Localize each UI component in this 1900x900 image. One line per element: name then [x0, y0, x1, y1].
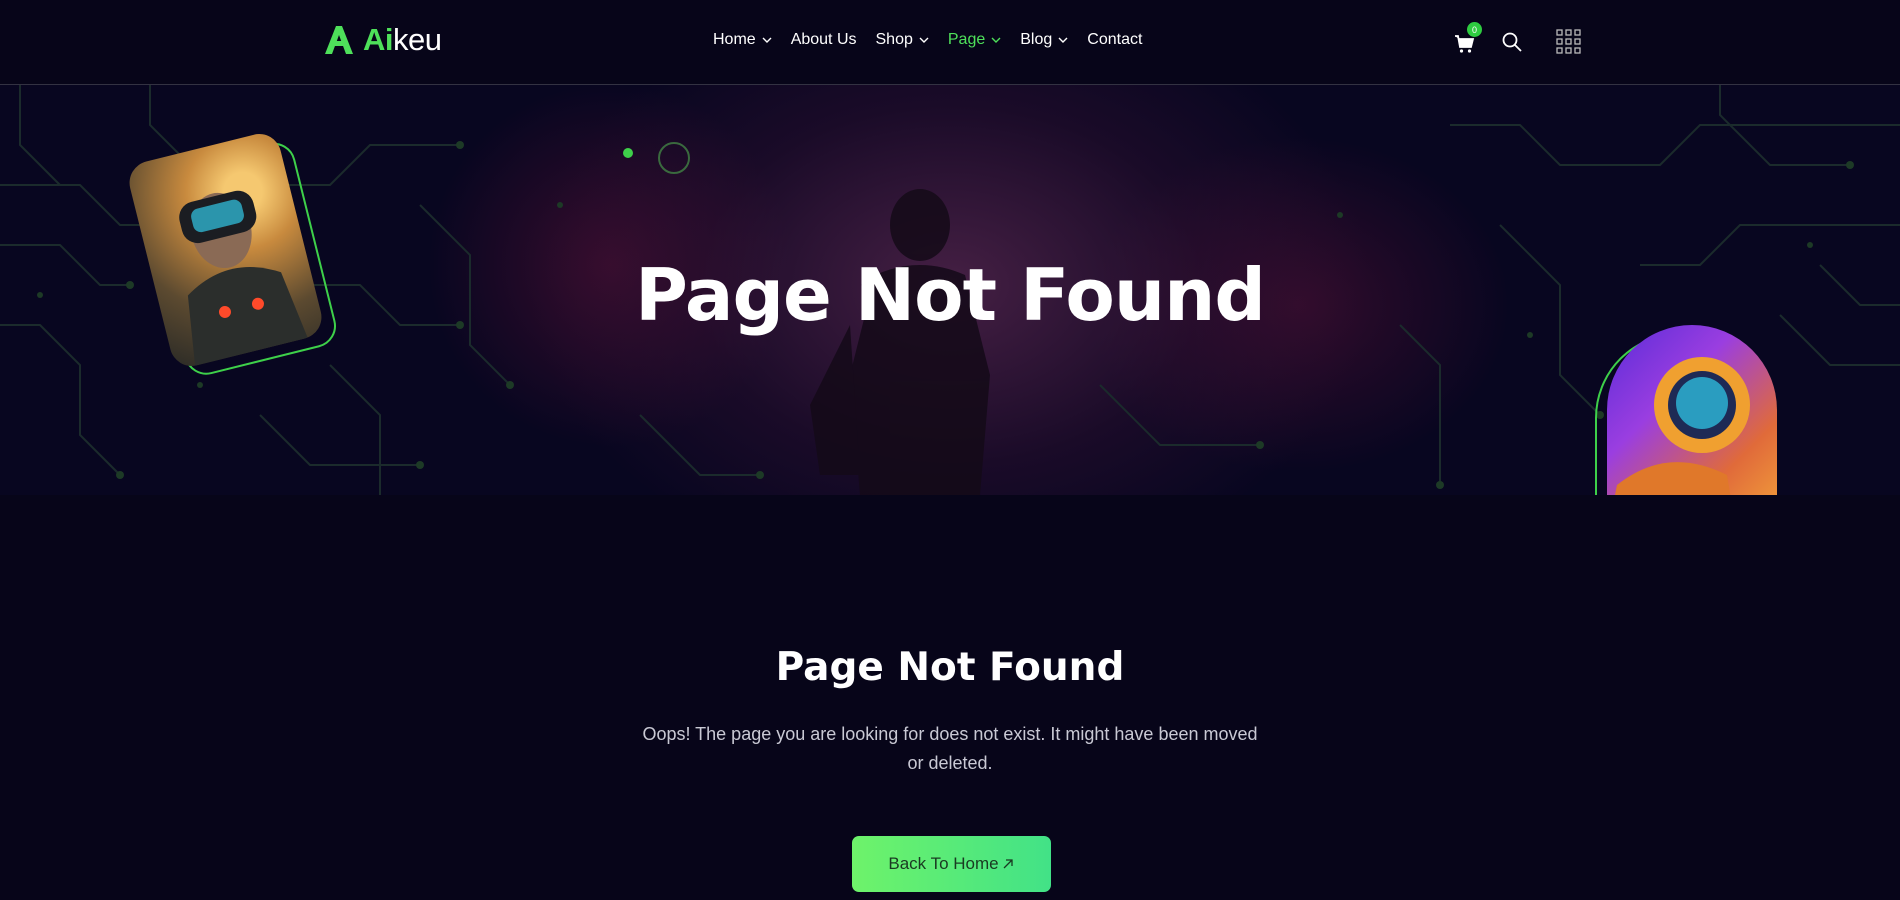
nav-label: Home	[713, 31, 756, 48]
nav-label: Shop	[875, 31, 913, 48]
cart-count-badge: 0	[1467, 22, 1482, 37]
robot-illustration	[1615, 357, 1750, 495]
nav-label: Blog	[1020, 31, 1053, 48]
nav-label: Page	[947, 31, 986, 48]
header-actions: 0	[1450, 22, 1590, 58]
robot-image	[1595, 325, 1777, 495]
chevron-down-icon	[919, 37, 929, 43]
nav-label: About Us	[790, 31, 857, 48]
nav-label: Contact	[1087, 31, 1143, 48]
robot-photo	[1607, 325, 1777, 495]
decorative-dot	[623, 148, 633, 158]
back-to-home-label: Back To Home	[888, 854, 999, 873]
nav-item-home[interactable]: Home	[713, 31, 772, 49]
logo-mark-icon	[325, 26, 353, 54]
grid-menu-icon[interactable]	[1556, 29, 1582, 55]
error-message: Oops! The page you are looking for does …	[642, 724, 1258, 773]
search-icon[interactable]	[1500, 30, 1524, 54]
chevron-down-icon	[991, 37, 1001, 43]
chevron-down-icon	[1058, 37, 1068, 43]
chevron-down-icon	[762, 37, 772, 43]
logo[interactable]: Aikeu	[323, 22, 442, 58]
main-nav: Home About Us Shop Page Blog Contact	[713, 26, 1161, 54]
nav-item-about[interactable]: About Us	[791, 31, 857, 49]
logo-text: Aikeu	[363, 22, 442, 57]
nav-item-shop[interactable]: Shop	[876, 31, 929, 49]
arrow-up-right-icon	[1003, 859, 1013, 869]
hero-banner: Page Not Found	[0, 85, 1900, 495]
hero-title: Page Not Found	[635, 253, 1266, 337]
nav-item-contact[interactable]: Contact	[1087, 31, 1142, 49]
site-header: Aikeu Home About Us Shop Page Blog Conta…	[0, 0, 1900, 85]
page-title: Page Not Found	[775, 645, 1125, 690]
nav-item-page[interactable]: Page	[948, 31, 1001, 49]
decorative-ring	[658, 142, 690, 174]
back-to-home-button[interactable]: Back To Home	[852, 836, 1051, 892]
nav-item-blog[interactable]: Blog	[1020, 31, 1068, 49]
